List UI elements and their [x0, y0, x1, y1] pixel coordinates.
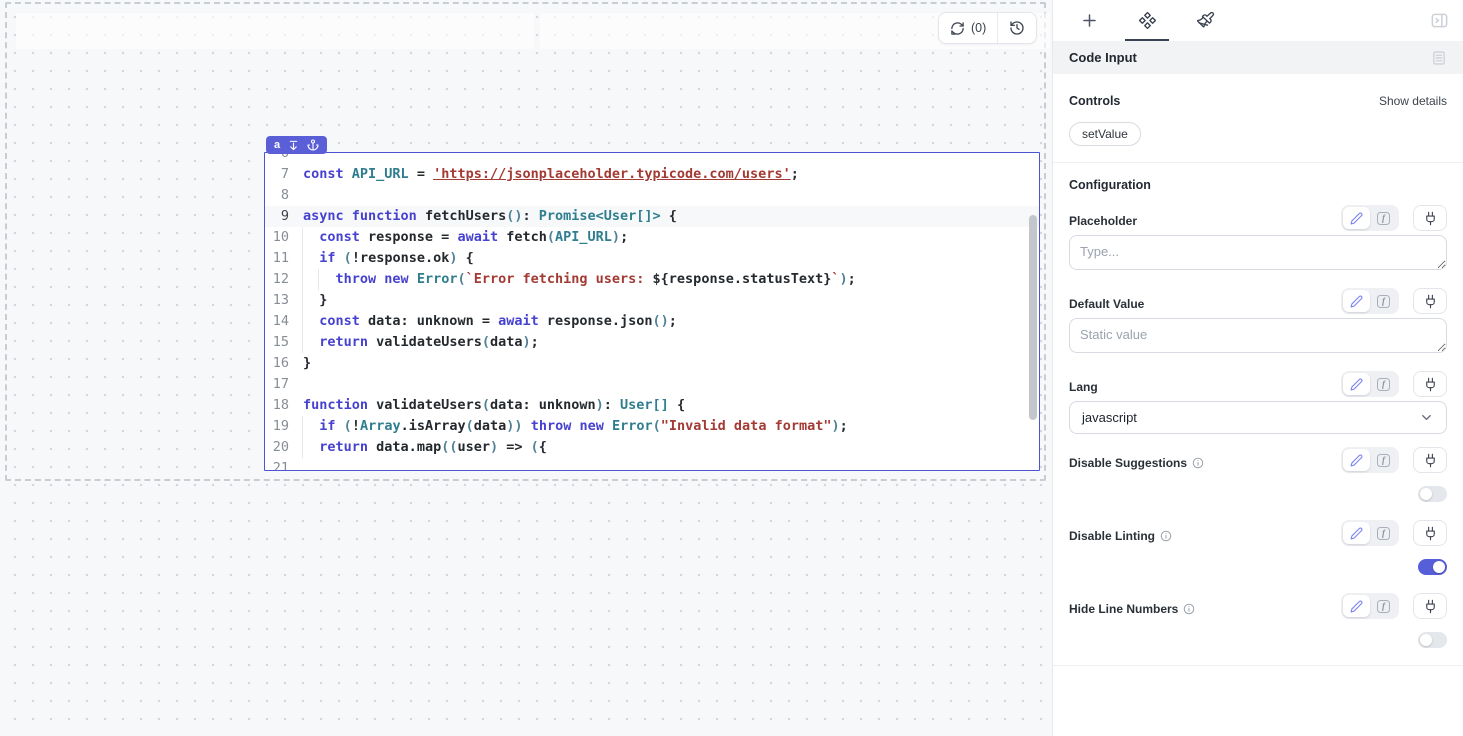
fx-icon: f [1377, 600, 1390, 613]
field-disable-linting: Disable Linting f [1069, 519, 1447, 575]
fx-mode-button[interactable]: f [1370, 373, 1397, 395]
bind-data-button[interactable] [1413, 447, 1447, 473]
refresh-icon [950, 21, 965, 36]
field-label: Lang [1069, 380, 1098, 397]
code-editor[interactable]: 67const API_URL = 'https://jsonplacehold… [265, 153, 1039, 470]
plug-icon [1423, 526, 1438, 541]
placeholder-input[interactable] [1069, 235, 1447, 270]
bind-data-button[interactable] [1413, 371, 1447, 397]
fx-icon: f [1377, 212, 1390, 225]
controls-section-title: Controls [1069, 94, 1120, 108]
fx-icon: f [1377, 378, 1390, 391]
section-divider [1053, 665, 1463, 666]
section-divider [1053, 162, 1463, 163]
pencil-icon [1350, 600, 1363, 613]
field-hide-line-numbers: Hide Line Numbers f [1069, 592, 1447, 648]
bind-data-button[interactable] [1413, 288, 1447, 314]
header-placeholder-left [16, 13, 534, 49]
info-icon [1192, 457, 1204, 469]
static-mode-button[interactable] [1343, 373, 1370, 395]
field-default-value: Default Value f [1069, 287, 1447, 358]
pencil-icon [1350, 454, 1363, 467]
field-label: Disable Suggestions [1069, 456, 1187, 470]
tab-components[interactable] [1121, 0, 1173, 41]
info-icon [1183, 603, 1195, 615]
bind-data-button[interactable] [1413, 205, 1447, 231]
tab-styles[interactable] [1179, 0, 1231, 41]
fx-mode-button[interactable]: f [1370, 290, 1397, 312]
app-root: (0) a 67const API_URL = 'https://json [0, 0, 1463, 736]
configuration-section-title: Configuration [1069, 178, 1447, 192]
widget-name-label: a [274, 139, 280, 151]
fx-mode-button[interactable]: f [1370, 522, 1397, 544]
pencil-icon [1350, 378, 1363, 391]
plug-icon [1423, 453, 1438, 468]
value-mode-switch: f [1341, 288, 1399, 314]
static-mode-button[interactable] [1343, 207, 1370, 229]
pencil-icon [1350, 212, 1363, 225]
disable-linting-toggle[interactable] [1418, 559, 1447, 575]
widget-title: Code Input [1069, 50, 1137, 65]
static-mode-button[interactable] [1343, 290, 1370, 312]
refresh-queries-button[interactable]: (0) [939, 13, 997, 43]
panel-body: Controls Show details setValue Configura… [1053, 74, 1463, 666]
canvas-toolbar: (0) [938, 12, 1037, 44]
code-input-widget[interactable]: a 67const API_URL = 'https://jsonplaceho… [264, 152, 1040, 471]
tab-add[interactable] [1063, 0, 1115, 41]
anchor-icon[interactable] [307, 139, 319, 151]
lang-select-value: javascript [1082, 410, 1137, 425]
history-button[interactable] [998, 13, 1036, 43]
fx-icon: f [1377, 527, 1390, 540]
pencil-icon [1350, 295, 1363, 308]
field-label: Hide Line Numbers [1069, 602, 1178, 616]
bind-data-button[interactable] [1413, 593, 1447, 619]
fx-mode-button[interactable]: f [1370, 595, 1397, 617]
field-disable-suggestions: Disable Suggestions f [1069, 446, 1447, 502]
value-mode-switch: f [1341, 205, 1399, 231]
field-lang: Lang f javascript [1069, 370, 1447, 434]
static-mode-button[interactable] [1343, 449, 1370, 471]
field-label: Disable Linting [1069, 529, 1155, 543]
field-label: Placeholder [1069, 214, 1137, 231]
lang-select[interactable]: javascript [1069, 401, 1447, 434]
fx-icon: f [1377, 295, 1390, 308]
fx-mode-button[interactable]: f [1370, 449, 1397, 471]
default-value-input[interactable] [1069, 318, 1447, 353]
panel-header: Code Input [1053, 41, 1463, 74]
bind-data-button[interactable] [1413, 520, 1447, 546]
info-icon [1160, 530, 1172, 542]
plug-icon [1423, 211, 1438, 226]
arrow-down-from-bar-icon[interactable] [288, 140, 299, 151]
canvas[interactable]: (0) a 67const API_URL = 'https://json [0, 0, 1052, 736]
fx-mode-button[interactable]: f [1370, 207, 1397, 229]
inspector-tabs [1053, 0, 1463, 41]
fx-icon: f [1377, 454, 1390, 467]
docs-icon[interactable] [1431, 50, 1447, 66]
value-mode-switch: f [1341, 593, 1399, 619]
field-placeholder: Placeholder f [1069, 204, 1447, 275]
widget-tag[interactable]: a [266, 136, 327, 154]
pencil-icon [1350, 527, 1363, 540]
editor-scrollbar[interactable] [1029, 215, 1037, 420]
collapse-panel-icon[interactable] [1426, 7, 1453, 34]
value-mode-switch: f [1341, 520, 1399, 546]
show-details-link[interactable]: Show details [1379, 94, 1447, 108]
value-mode-switch: f [1341, 447, 1399, 473]
field-label: Default Value [1069, 297, 1144, 314]
static-mode-button[interactable] [1343, 522, 1370, 544]
setvalue-control-button[interactable]: setValue [1069, 122, 1141, 146]
code-lines: 67const API_URL = 'https://jsonplacehold… [265, 153, 1039, 470]
inspector-panel: Code Input Controls Show details setValu… [1052, 0, 1463, 736]
plug-icon [1423, 377, 1438, 392]
plug-icon [1423, 599, 1438, 614]
static-mode-button[interactable] [1343, 595, 1370, 617]
refresh-count: (0) [971, 21, 986, 35]
disable-suggestions-toggle[interactable] [1418, 486, 1447, 502]
hide-line-numbers-toggle[interactable] [1418, 632, 1447, 648]
chevron-down-icon [1419, 410, 1434, 425]
history-icon [1009, 20, 1025, 36]
plug-icon [1423, 294, 1438, 309]
value-mode-switch: f [1341, 371, 1399, 397]
